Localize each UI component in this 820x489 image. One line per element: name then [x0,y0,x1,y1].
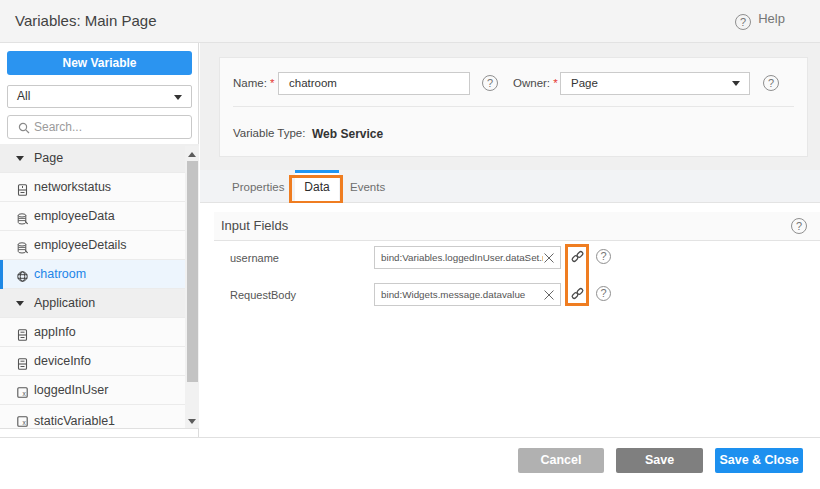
svg-text:x: x [22,390,26,397]
svg-text:x: x [22,419,26,426]
